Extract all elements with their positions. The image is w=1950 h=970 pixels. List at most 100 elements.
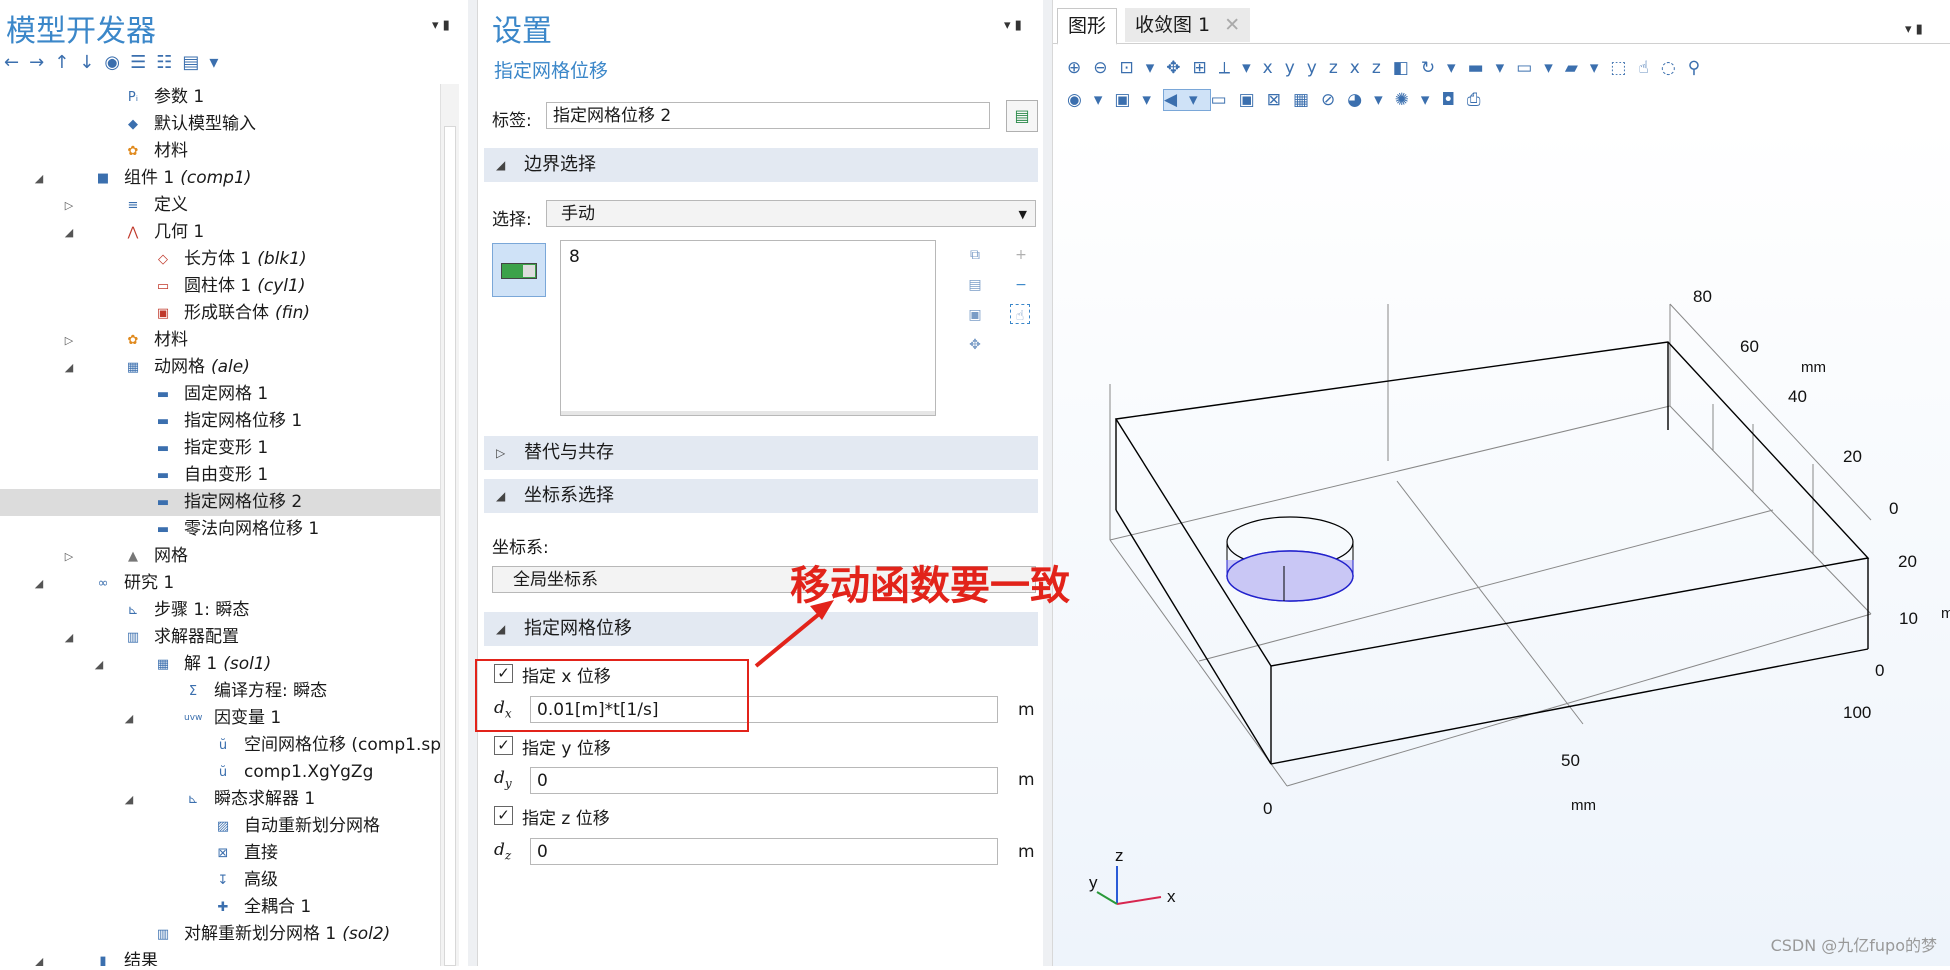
collapse-chevron-icon[interactable]: ◢ xyxy=(62,219,76,246)
clipboard-icon[interactable]: ▣ xyxy=(964,304,986,326)
pane-pin-icon[interactable]: ▾ ▮ xyxy=(432,18,450,33)
tree-item[interactable]: ◢ ⋀ 几何 1 xyxy=(0,219,440,246)
transparency-icon[interactable]: ▭ xyxy=(1211,90,1239,110)
tree-item[interactable]: ◢ ■ 组件 1 (comp1) xyxy=(0,165,440,192)
tree-item[interactable]: Σ 编译方程: 瞬态 xyxy=(0,678,440,705)
graphics-pin-icon[interactable]: ▾ ▮ xyxy=(1905,22,1923,37)
print-icon[interactable]: ⎙ xyxy=(1467,90,1493,110)
xz-view-icon[interactable]: xz xyxy=(1350,58,1393,78)
close-icon[interactable]: ✕ xyxy=(1224,14,1240,36)
tree-item[interactable]: ◆ 默认模型输入 xyxy=(0,111,440,138)
tree-item[interactable]: ◢ ▥ 求解器配置 xyxy=(0,624,440,651)
tree-item[interactable]: ▥ 对解重新划分网格 1 (sol2) xyxy=(0,921,440,948)
pane-splitter[interactable] xyxy=(1043,0,1052,966)
zoom-in-icon[interactable]: ⊕ xyxy=(1067,58,1093,78)
tree-item[interactable]: ✿ 材料 xyxy=(0,138,440,165)
tree-item[interactable]: ŭ comp1.XgYgZg xyxy=(0,759,440,786)
zoom-extents-icon[interactable]: ⊞ xyxy=(1193,58,1219,78)
tree-item[interactable]: ▬ 固定网格 1 xyxy=(0,381,440,408)
paste-selection-icon[interactable]: ▤ xyxy=(964,274,986,296)
override-section-header[interactable]: ▷ 替代与共存 xyxy=(484,436,1038,470)
screenshot-icon[interactable]: ◘ xyxy=(1441,90,1466,110)
collapse-chevron-icon[interactable]: ◢ xyxy=(92,651,106,678)
collapse-chevron-icon[interactable]: ◢ xyxy=(122,786,136,813)
tree-options-icon[interactable]: ▤▾ xyxy=(182,52,228,73)
lighting-icon[interactable]: ✺▾ xyxy=(1395,90,1442,110)
view-icon[interactable]: ◉▾ xyxy=(1067,90,1114,110)
expand-all-icon[interactable]: ☷ xyxy=(156,52,182,73)
copy-selection-icon[interactable]: ⧉ xyxy=(964,244,986,266)
mesh-displacement-section-header[interactable]: ◢ 指定网格位移 xyxy=(484,612,1038,646)
collapse-chevron-icon[interactable]: ◢ xyxy=(32,165,46,192)
wireframe-icon[interactable]: ▣▾ xyxy=(1114,90,1163,110)
z-displacement-checkbox[interactable]: ✓ xyxy=(494,806,513,825)
clear-selection-icon[interactable]: ⊘ xyxy=(1321,90,1347,110)
tree-item[interactable]: ▭ 圆柱体 1 (cyl1) xyxy=(0,273,440,300)
tree-item[interactable]: ▨ 自动重新划分网格 xyxy=(0,813,440,840)
tree-item[interactable]: ▬ 零法向网格位移 1 xyxy=(0,516,440,543)
tree-item[interactable]: Pᵢ 参数 1 xyxy=(0,84,440,111)
tab-convergence-plot[interactable]: 收敛图 1 ✕ xyxy=(1125,8,1251,42)
tree-scrollbar[interactable] xyxy=(440,84,459,966)
boundary-selection-header[interactable]: ◢ 边界选择 xyxy=(484,148,1038,182)
hide-icon[interactable]: ◌ xyxy=(1661,58,1688,78)
tree-item[interactable]: ▣ 形成联合体 (fin) xyxy=(0,300,440,327)
tree-item[interactable]: ▷ ▲ 网格 xyxy=(0,543,440,570)
coord-section-header[interactable]: ◢ 坐标系选择 xyxy=(484,479,1038,513)
selection-list-icon[interactable]: ⚲ xyxy=(1688,58,1712,78)
zoom-box-icon[interactable]: ⊡▾ xyxy=(1120,58,1167,78)
tree-item[interactable]: ▷ ≡ 定义 xyxy=(0,192,440,219)
settings-pin-icon[interactable]: ▾ ▮ xyxy=(1004,18,1022,33)
tree-item[interactable]: ◢ uvw 因变量 1 xyxy=(0,705,440,732)
tree-item[interactable]: ▬ 指定网格位移 2 xyxy=(0,489,440,516)
collapse-chevron-icon[interactable]: ◢ xyxy=(62,354,76,381)
select-icon[interactable]: ▬▾ xyxy=(1468,58,1517,78)
color-icon[interactable]: ◕▾ xyxy=(1347,90,1394,110)
tab-graphics[interactable]: 图形 xyxy=(1057,8,1118,45)
dz-expression-field[interactable]: 0 xyxy=(530,838,998,865)
collapse-chevron-icon[interactable]: ◢ xyxy=(62,624,76,651)
forward-icon[interactable]: → xyxy=(29,52,54,73)
collapse-all-icon[interactable]: ☰ xyxy=(130,52,156,73)
select-boundary-icon[interactable]: ▭▾ xyxy=(1516,58,1565,78)
show-icon[interactable]: ◉ xyxy=(104,52,130,73)
y-displacement-checkbox[interactable]: ✓ xyxy=(494,736,513,755)
xy-view-icon[interactable]: xy xyxy=(1263,58,1307,78)
pointer-icon[interactable]: ☝ xyxy=(1638,58,1660,78)
remove-icon[interactable]: − xyxy=(1010,274,1032,296)
expand-chevron-icon[interactable]: ▷ xyxy=(62,543,76,570)
tree-item[interactable]: ▷ ✿ 材料 xyxy=(0,327,440,354)
tree-item[interactable]: ⊠ 直接 xyxy=(0,840,440,867)
rotate-icon[interactable]: ↻▾ xyxy=(1421,58,1468,78)
grid-icon[interactable]: ▦ xyxy=(1293,90,1321,110)
dy-expression-field[interactable]: 0 xyxy=(530,767,998,794)
tree-item[interactable]: ◢ ▦ 解 1 (sol1) xyxy=(0,651,440,678)
yz-view-icon[interactable]: yz xyxy=(1307,58,1350,78)
pane-splitter[interactable] xyxy=(468,0,477,966)
collapse-chevron-icon[interactable]: ◢ xyxy=(32,570,46,597)
render-icon[interactable]: ▣ xyxy=(1239,90,1267,110)
tree-item[interactable]: ◢ ∞ 研究 1 xyxy=(0,570,440,597)
box-select-icon[interactable]: ⬚ xyxy=(1610,58,1638,78)
tree-item[interactable]: ▬ 自由变形 1 xyxy=(0,462,440,489)
collapse-chevron-icon[interactable]: ◢ xyxy=(32,948,46,966)
tree-item[interactable]: ◢ ⊾ 瞬态求解器 1 xyxy=(0,786,440,813)
zoom-to-selection-icon[interactable]: ✥ xyxy=(964,334,986,356)
tree-item[interactable]: ↧ 高级 xyxy=(0,867,440,894)
select-box-icon[interactable]: ☝ xyxy=(1010,304,1030,324)
add-icon[interactable]: + xyxy=(1010,244,1032,266)
label-field[interactable]: 指定网格位移 2 xyxy=(546,102,990,129)
tree-item[interactable]: ◢ ▮ 结果 xyxy=(0,948,440,966)
scene-light-icon[interactable]: ◀▾ xyxy=(1162,89,1211,111)
label-edit-icon[interactable]: ▤ xyxy=(1006,100,1038,132)
graphics-viewport[interactable]: 80 60 mm 40 20 0 20 10 m 0 0 50 100 mm z xyxy=(1053,124,1950,966)
expand-chevron-icon[interactable]: ▷ xyxy=(62,192,76,219)
move-up-icon[interactable]: ↑ xyxy=(54,52,79,73)
geometry-view[interactable]: 80 60 mm 40 20 0 20 10 m 0 0 50 100 mm z xyxy=(1053,124,1950,966)
camera-view-icon[interactable]: ◧ xyxy=(1393,58,1421,78)
expand-chevron-icon[interactable]: ▷ xyxy=(62,327,76,354)
zoom-out-icon[interactable]: ⊖ xyxy=(1093,58,1119,78)
selection-list-item[interactable]: 8 xyxy=(569,247,580,267)
go-to-view-icon[interactable]: ⟂▾ xyxy=(1219,58,1263,78)
tree-item[interactable]: ⊾ 步骤 1: 瞬态 xyxy=(0,597,440,624)
